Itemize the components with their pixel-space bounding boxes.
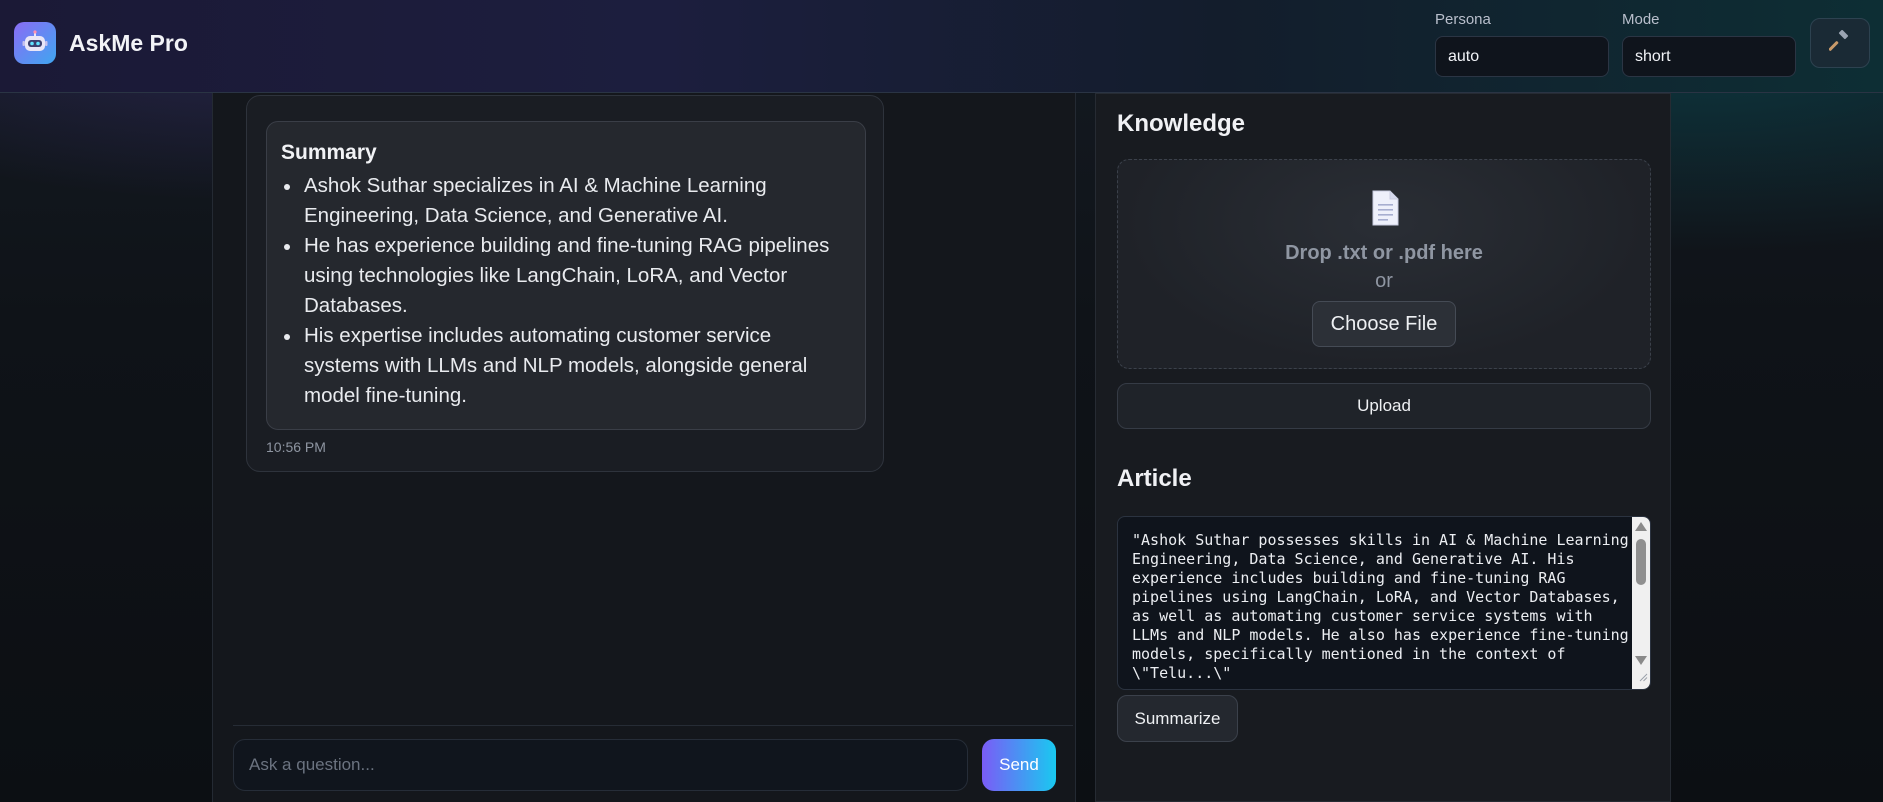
article-textarea[interactable]: "Ashok Suthar possesses skills in AI & M… (1117, 516, 1651, 690)
app-title: AskMe Pro (69, 30, 188, 56)
document-icon (1370, 190, 1400, 231)
composer-divider (233, 725, 1073, 726)
upload-button[interactable]: Upload (1117, 383, 1651, 429)
ask-input[interactable] (233, 739, 968, 791)
send-button[interactable]: Send (982, 739, 1056, 791)
persona-label: Persona (1435, 11, 1491, 28)
scroll-up-arrow-icon[interactable] (1635, 522, 1647, 531)
summary-heading: Summary (281, 141, 377, 164)
or-separator: or (1375, 270, 1393, 292)
chat-panel: Summary Ashok Suthar specializes in AI &… (212, 93, 1076, 802)
mode-select[interactable]: short (1622, 36, 1796, 77)
assistant-message: Summary Ashok Suthar specializes in AI &… (246, 95, 884, 472)
choose-file-button[interactable]: Choose File (1312, 301, 1456, 347)
article-title: Article (1117, 465, 1192, 492)
side-panel: Knowledge Drop .txt or .pdf here or Choo… (1095, 93, 1671, 802)
tools-button[interactable] (1810, 18, 1870, 68)
summary-bullet: He has experience building and fine-tuni… (281, 231, 851, 321)
resize-grip-icon[interactable] (1638, 669, 1648, 687)
robot-logo-icon (14, 22, 56, 64)
file-dropzone[interactable]: Drop .txt or .pdf here or Choose File (1117, 159, 1651, 369)
drop-instructions: Drop .txt or .pdf here (1285, 242, 1483, 264)
top-bar: AskMe Pro Persona auto Mode short (0, 0, 1883, 93)
summary-bullet: Ashok Suthar specializes in AI & Machine… (281, 171, 851, 231)
mode-label: Mode (1622, 11, 1660, 28)
scroll-thumb[interactable] (1636, 539, 1646, 585)
message-timestamp: 10:56 PM (266, 439, 326, 455)
summarize-button[interactable]: Summarize (1117, 695, 1238, 742)
scroll-down-arrow-icon[interactable] (1635, 656, 1647, 665)
article-text: "Ashok Suthar possesses skills in AI & M… (1132, 531, 1629, 682)
hammer-icon (1828, 29, 1851, 57)
summary-box: Summary Ashok Suthar specializes in AI &… (266, 121, 866, 430)
knowledge-title: Knowledge (1117, 110, 1246, 137)
summary-list: Ashok Suthar specializes in AI & Machine… (281, 171, 851, 411)
persona-select[interactable]: auto (1435, 36, 1609, 77)
summary-bullet: His expertise includes automating custom… (281, 321, 851, 411)
article-scrollbar[interactable] (1632, 517, 1650, 689)
